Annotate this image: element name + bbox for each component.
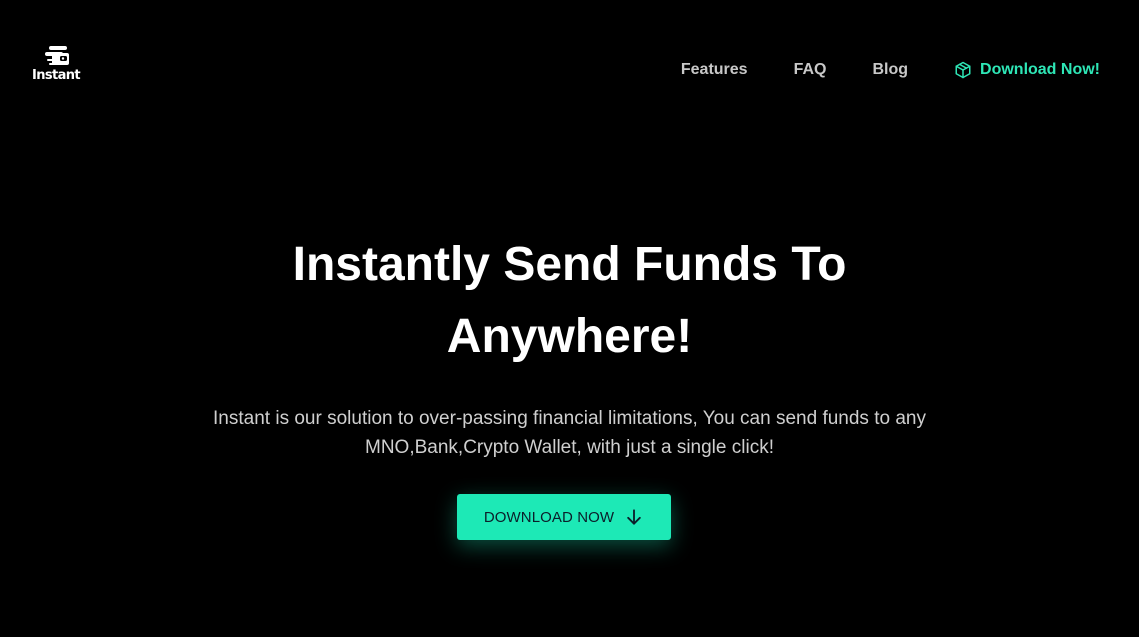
hero-title: Instantly Send Funds To Anywhere! <box>0 229 1139 373</box>
top-nav: Features FAQ Blog Download Now! <box>681 58 1100 82</box>
arrow-down-icon <box>627 509 641 525</box>
landing-page: Instant Features FAQ Blog Download Now! … <box>0 0 1139 637</box>
nav-link-features[interactable]: Features <box>681 61 748 79</box>
nav-link-faq[interactable]: FAQ <box>794 61 827 79</box>
download-now-label: DOWNLOAD NOW <box>483 508 615 526</box>
hero-subtitle-line-1: Instant is our solution to over-passing … <box>213 408 926 429</box>
hero-title-line-2: Anywhere! <box>446 310 693 363</box>
nav-download-link[interactable]: Download Now! <box>954 61 1100 79</box>
hero-title-line-1: Instantly Send Funds To <box>292 238 847 291</box>
nav-download-label: Download Now! <box>980 61 1100 78</box>
brand-name: Instant <box>31 68 81 83</box>
stacked-coins-wallet-icon <box>45 46 69 65</box>
brand-logo[interactable]: Instant <box>31 44 81 88</box>
hero-subtitle: Instant is our solution to over-passing … <box>0 404 1139 462</box>
nav-link-blog[interactable]: Blog <box>872 61 908 79</box>
download-now-button[interactable]: DOWNLOAD NOW <box>457 494 671 540</box>
package-icon <box>955 61 971 79</box>
hero-subtitle-line-2: MNO,Bank,Crypto Wallet, with just a sing… <box>365 437 774 458</box>
